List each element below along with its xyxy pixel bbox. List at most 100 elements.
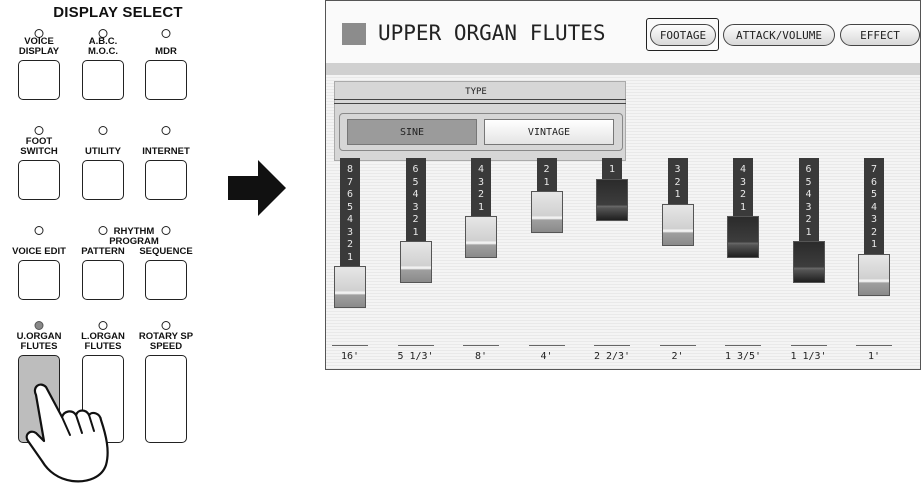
drawbar-scale-number: 7 [346, 176, 354, 188]
type-sine-button[interactable]: SINE [347, 119, 477, 145]
utility-button[interactable] [82, 160, 124, 200]
drawbar-knob-8[interactable] [792, 241, 825, 283]
type-label: TYPE [465, 87, 487, 97]
drawbar-scale-number: 1 [477, 201, 485, 213]
footage-divider [594, 345, 630, 346]
drawbar-scale-number: 8 [346, 164, 354, 175]
drawbar-scale-number: 4 [739, 164, 747, 175]
drawbar-scale-number: 4 [477, 164, 485, 175]
rotary-sp-speed-label: ROTARY SP SPEED [138, 331, 194, 352]
footage-divider [790, 345, 827, 346]
sequence-button[interactable] [145, 260, 187, 300]
footage-label: 1 3/5' [724, 351, 762, 362]
tab-effect[interactable]: EFFECT [840, 24, 920, 46]
drawbar-scale-number: 1 [805, 226, 812, 238]
u-organ-flutes-led [34, 321, 44, 330]
drawbar-scale-number: 1 [412, 226, 419, 238]
abc-moc-label: A.B.C. M.O.C. [87, 36, 119, 57]
pattern-button[interactable] [82, 260, 124, 300]
l-organ-flutes-led [98, 321, 108, 330]
drawbar-scale-number: 2 [674, 176, 681, 188]
mdr-led [161, 29, 171, 38]
footage-divider [463, 345, 499, 346]
drawbar-scale-number: 2 [543, 164, 550, 175]
drawbar-knob-7[interactable] [727, 216, 759, 258]
drawbar-scale-number: 3 [412, 201, 419, 213]
drawbar-scale-number: 5 [346, 201, 354, 213]
voice-edit-led [34, 226, 44, 235]
drawbar-scale-number: 6 [412, 164, 419, 175]
drawbar-scale-number: 1 [739, 201, 747, 213]
footage-label: 1 1/3' [790, 351, 827, 362]
foot-switch-button[interactable] [18, 160, 60, 200]
l-organ-flutes-label: L.ORGAN FLUTES [81, 331, 125, 352]
rotary-sp-speed-button[interactable] [145, 355, 187, 443]
drawbar-scale-number: 3 [739, 176, 747, 188]
drawbar-scale-number: 7 [870, 164, 878, 175]
drawbar-scale-number: 2 [870, 226, 878, 238]
utility-led [98, 126, 108, 135]
voice-edit-button[interactable] [18, 260, 60, 300]
drawbar-scale-number: 6 [805, 164, 812, 175]
drawbar-scale-number: 5 [870, 189, 878, 200]
drawbar-scale-number: 3 [477, 176, 485, 188]
drawbar-scale-number: 4 [346, 214, 354, 225]
type-vintage-button[interactable]: VINTAGE [484, 119, 614, 145]
rotary-sp-speed-led [161, 321, 171, 330]
drawbar-knob-9[interactable] [858, 253, 890, 296]
footage-label: 2' [671, 351, 684, 362]
foot-switch-label: FOOT SWITCH [20, 136, 58, 157]
footage-label: 5 1/3' [397, 351, 434, 362]
internet-button[interactable] [145, 160, 187, 200]
drawbar-scale-number: 2 [739, 189, 747, 200]
drawbar-scale-number: 6 [346, 189, 354, 200]
drawbar-knob-1[interactable] [334, 266, 366, 308]
panel-title: DISPLAY SELECT [53, 4, 183, 21]
drawbar-scale-number: 4 [805, 189, 812, 200]
voice-edit-label: VOICE EDIT [12, 246, 66, 257]
pointing-hand-icon [25, 383, 109, 483]
header-divider-strip [326, 63, 920, 75]
drawbar-knob-2[interactable] [399, 241, 432, 283]
drawbar-knob-5[interactable] [596, 178, 628, 221]
drawbar-scale-number: 5 [412, 176, 419, 188]
footage-divider [725, 345, 761, 346]
footage-divider [659, 345, 696, 346]
drawbar-scale-number: 1 [543, 176, 550, 188]
drawbar-scale-number: 3 [805, 201, 812, 213]
lcd-screen: UPPER ORGAN FLUTES FOOTAGE ATTACK/VOLUME… [325, 0, 921, 370]
footage-divider [528, 345, 565, 346]
drawbar-scale-number: 3 [674, 164, 681, 175]
drawbar-scale-number: 2 [412, 214, 419, 225]
drawbar-scale-number: 1 [346, 251, 354, 263]
voice-display-button[interactable] [18, 60, 60, 100]
screen-header: UPPER ORGAN FLUTES FOOTAGE ATTACK/VOLUME… [326, 1, 920, 64]
drawbar-scale-number: 3 [870, 214, 878, 225]
footage-label: 2 2/3' [593, 351, 631, 362]
drawbar-scale-number: 2 [346, 239, 354, 250]
type-divider-2 [334, 103, 626, 104]
abc-moc-button[interactable] [82, 60, 124, 100]
drawbar-scale-number: 4 [412, 189, 419, 200]
footage-divider [332, 345, 368, 346]
tab-attack-volume[interactable]: ATTACK/VOLUME [723, 24, 835, 46]
tab-footage[interactable]: FOOTAGE [650, 24, 716, 46]
drawbar-knob-3[interactable] [465, 216, 497, 258]
screen-title: UPPER ORGAN FLUTES [378, 21, 606, 45]
footage-label: 16' [340, 351, 360, 362]
pattern-led [98, 226, 108, 235]
type-divider [334, 99, 626, 100]
internet-label: INTERNET [142, 146, 190, 157]
drawbar-scale-number: 2 [477, 189, 485, 200]
drawbar-knob-4[interactable] [530, 191, 563, 233]
mdr-button[interactable] [145, 60, 187, 100]
footage-divider [856, 345, 892, 346]
drawbar-knob-6[interactable] [661, 203, 694, 246]
footage-label: 4' [540, 351, 553, 362]
drawbar-scale-number: 1 [870, 239, 878, 250]
footage-divider [397, 345, 434, 346]
drawbar-scale-number: 6 [870, 176, 878, 188]
drawbar-scale-number: 5 [805, 176, 812, 188]
utility-label: UTILITY [85, 146, 121, 157]
rhythm-program-label: RHYTHM PROGRAM [109, 226, 159, 247]
